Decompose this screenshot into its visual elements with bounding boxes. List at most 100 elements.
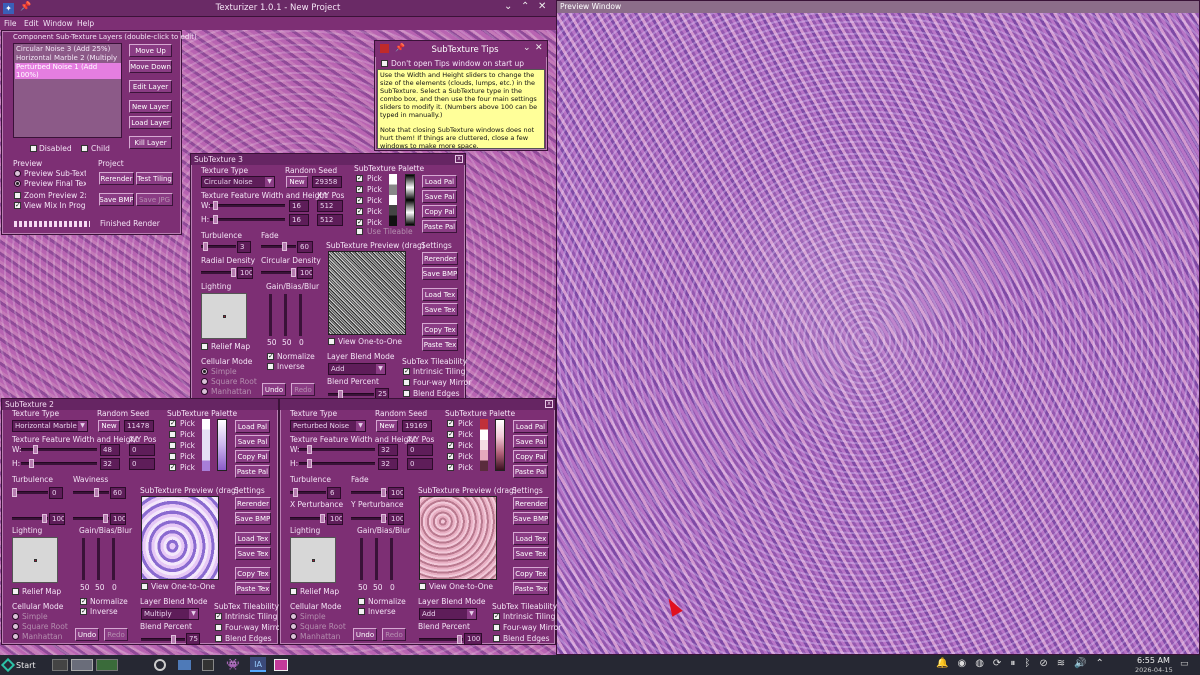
- pick-checkbox-2[interactable]: [356, 185, 363, 193]
- alien-icon[interactable]: 👾: [226, 658, 240, 671]
- save-pal-button[interactable]: Save Pal: [422, 190, 457, 203]
- param2-slider[interactable]: [73, 488, 109, 497]
- zoom-checkbox[interactable]: [14, 192, 21, 199]
- tray-expand-icon[interactable]: ⌃: [1096, 658, 1104, 669]
- paste-pal-button[interactable]: Paste Pal: [422, 220, 457, 233]
- width-slider[interactable]: [299, 445, 375, 454]
- pick-checkbox-5[interactable]: [169, 463, 176, 471]
- dont-open-checkbox[interactable]: [381, 60, 388, 67]
- volume-icon[interactable]: 🔊: [1074, 658, 1086, 669]
- new-seed-button[interactable]: New: [98, 420, 120, 432]
- param2-slider[interactable]: [261, 242, 296, 251]
- blend-edges-checkbox[interactable]: [403, 390, 410, 397]
- save-bmp-button[interactable]: Save BMP: [235, 512, 271, 525]
- copy-pal-button[interactable]: Copy Pal: [235, 450, 270, 463]
- redo-button[interactable]: Redo: [291, 383, 315, 396]
- pick-checkbox-4[interactable]: [447, 452, 454, 460]
- load-tex-button[interactable]: Load Tex: [235, 532, 271, 545]
- cell-simple-radio[interactable]: [12, 613, 19, 620]
- param3-field[interactable]: 100: [237, 267, 253, 279]
- slider-thumb[interactable]: [320, 514, 325, 523]
- maximize-icon[interactable]: ⌃: [521, 1, 529, 12]
- x-field[interactable]: 0: [129, 444, 155, 456]
- four-way-mirror-checkbox[interactable]: [403, 379, 410, 386]
- y-field[interactable]: 0: [129, 458, 155, 470]
- rerender-button[interactable]: Rerender: [99, 172, 134, 185]
- height-field[interactable]: 16: [289, 214, 309, 226]
- width-field[interactable]: 16: [289, 200, 309, 212]
- palette-swatches[interactable]: [389, 174, 397, 226]
- gain-slider[interactable]: [360, 538, 363, 580]
- save-bmp-button[interactable]: Save BMP: [99, 193, 134, 206]
- cell-sqrt-radio[interactable]: [12, 623, 19, 630]
- save-pal-button[interactable]: Save Pal: [513, 435, 548, 448]
- paste-pal-button[interactable]: Paste Pal: [235, 465, 270, 478]
- bias-slider[interactable]: [284, 294, 287, 336]
- pause-icon[interactable]: ⏸: [1010, 658, 1015, 669]
- blur-slider[interactable]: [390, 538, 393, 580]
- gain-slider[interactable]: [82, 538, 85, 580]
- blend-mode-select[interactable]: Multiply ▼: [141, 608, 199, 620]
- normalize-checkbox[interactable]: [358, 598, 365, 605]
- texturizer-task-icon[interactable]: IA: [250, 657, 266, 672]
- paste-tex-button[interactable]: Paste Tex: [422, 338, 458, 351]
- normalize-checkbox[interactable]: [267, 352, 274, 360]
- slider-thumb[interactable]: [291, 268, 296, 277]
- param1-field[interactable]: 6: [327, 487, 341, 499]
- bluetooth-icon[interactable]: ᛒ: [1024, 658, 1030, 669]
- width-slider[interactable]: [210, 201, 285, 210]
- param2-field[interactable]: 60: [297, 241, 313, 253]
- subtexture-preview[interactable]: [141, 496, 219, 580]
- new-layer-button[interactable]: New Layer: [129, 100, 172, 113]
- paste-tex-button[interactable]: Paste Tex: [235, 582, 271, 595]
- undo-button[interactable]: Undo: [75, 628, 99, 641]
- height-field[interactable]: 32: [378, 458, 398, 470]
- subtexture3-close-icon[interactable]: x: [455, 155, 463, 163]
- show-desktop-icon[interactable]: ▭: [1180, 659, 1189, 669]
- subtexture1-close-icon[interactable]: x: [545, 400, 553, 408]
- menu-edit[interactable]: Edit: [24, 19, 39, 28]
- slider-thumb[interactable]: [171, 635, 176, 644]
- height-slider[interactable]: [299, 459, 375, 468]
- param3-field[interactable]: 100: [327, 513, 343, 525]
- move-up-button[interactable]: Move Up: [129, 44, 172, 57]
- param2-slider[interactable]: [351, 488, 387, 497]
- redo-button[interactable]: Redo: [104, 628, 128, 641]
- cell-manhattan-radio[interactable]: [201, 388, 208, 395]
- param3-slider[interactable]: [290, 514, 326, 523]
- lighting-pad[interactable]: [12, 537, 58, 583]
- slider-thumb[interactable]: [213, 201, 218, 210]
- param4-slider[interactable]: [351, 514, 387, 523]
- view-mix-checkbox[interactable]: [14, 201, 21, 209]
- save-bmp-button[interactable]: Save BMP: [513, 512, 549, 525]
- param3-slider[interactable]: [12, 514, 48, 523]
- wifi-icon[interactable]: ≋: [1057, 658, 1065, 669]
- terminal-icon[interactable]: [202, 659, 214, 671]
- workspace-3[interactable]: [96, 659, 118, 671]
- preview-final-radio[interactable]: [14, 180, 21, 187]
- four-way-mirror-checkbox[interactable]: [215, 624, 222, 631]
- view-one-to-one-checkbox[interactable]: [419, 583, 426, 590]
- cell-manhattan-radio[interactable]: [290, 633, 297, 640]
- blend-pct-slider[interactable]: [419, 635, 463, 644]
- discord-icon[interactable]: ◍: [975, 658, 984, 669]
- intrinsic-tiling-checkbox[interactable]: [215, 612, 222, 620]
- relief-map-checkbox[interactable]: [290, 588, 297, 595]
- slider-thumb[interactable]: [29, 459, 34, 468]
- rerender-button[interactable]: Rerender: [513, 497, 549, 510]
- bias-slider[interactable]: [375, 538, 378, 580]
- pick-checkbox-3[interactable]: [169, 442, 176, 449]
- param4-field[interactable]: 100: [110, 513, 126, 525]
- slider-thumb[interactable]: [103, 514, 108, 523]
- pick-checkbox-3[interactable]: [447, 441, 454, 449]
- vpn-icon[interactable]: ⊘: [1039, 658, 1047, 669]
- seed-field[interactable]: 19169: [402, 420, 432, 432]
- layers-list[interactable]: Circular Noise 3 (Add 25%) Horizontal Ma…: [13, 43, 122, 138]
- clock-time[interactable]: 6:55 AM: [1137, 656, 1170, 665]
- relief-map-checkbox[interactable]: [12, 588, 19, 595]
- width-field[interactable]: 32: [378, 444, 398, 456]
- menu-file[interactable]: File: [4, 19, 17, 28]
- preview-sub-radio[interactable]: [14, 170, 21, 177]
- slider-thumb[interactable]: [282, 242, 287, 251]
- slider-thumb[interactable]: [231, 268, 236, 277]
